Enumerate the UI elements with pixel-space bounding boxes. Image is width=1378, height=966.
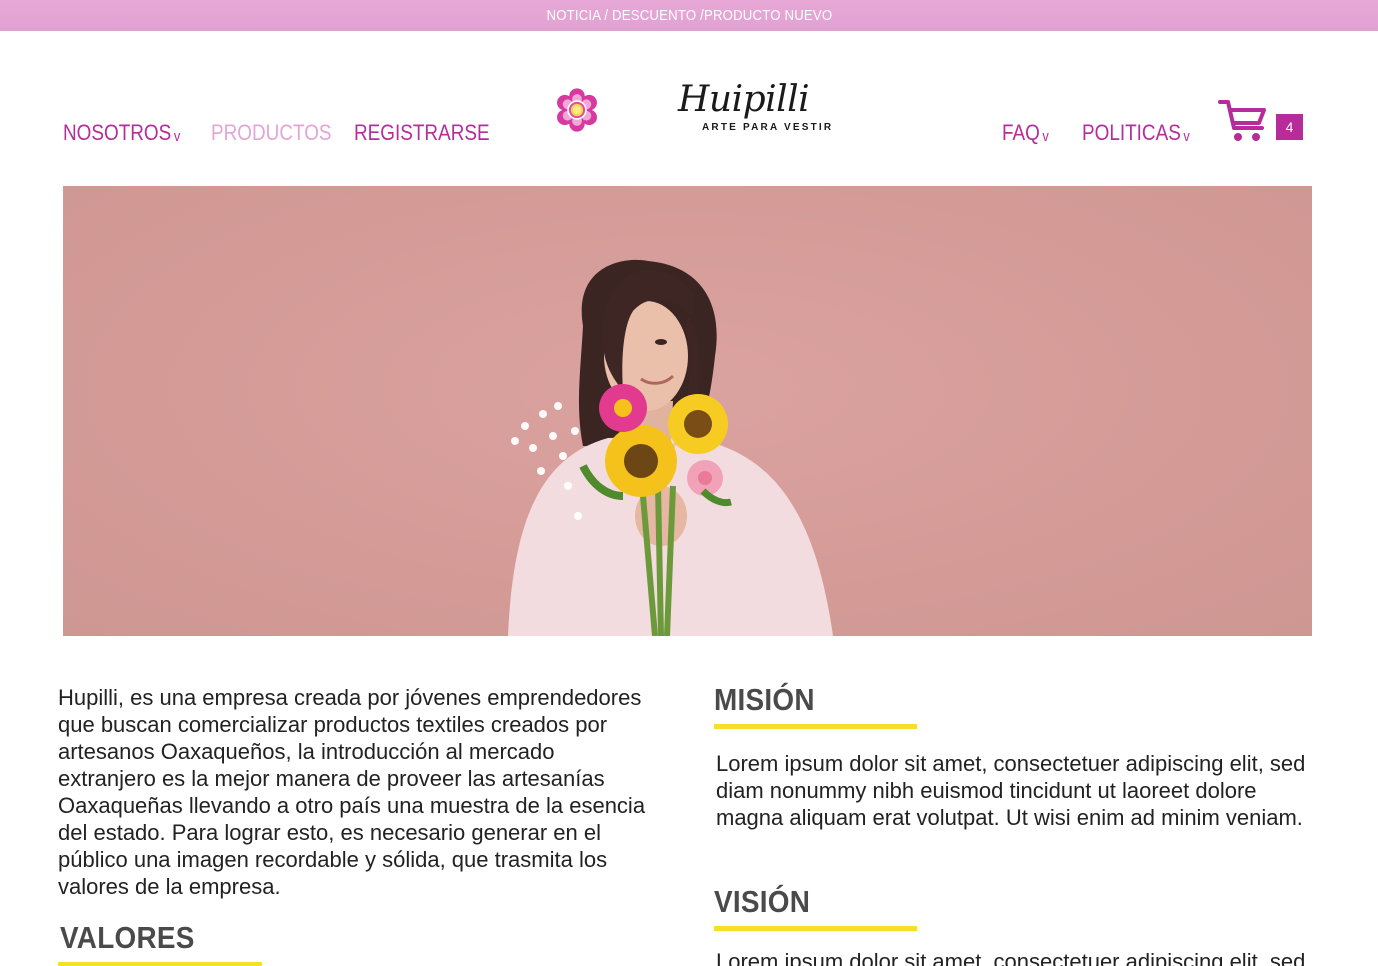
brand-wordmark[interactable]: Huipilli ARTE PARA VESTIR (678, 79, 834, 134)
nav-nosotros[interactable]: NOSOTROS v (63, 120, 180, 146)
nav-nosotros-label: NOSOTROS (63, 120, 172, 145)
brand-name: Huipilli (678, 79, 810, 120)
brand-tagline: ARTE PARA VESTIR (702, 122, 834, 133)
nav-productos[interactable]: PRODUCTOS (211, 120, 332, 146)
vision-heading: VISIÓN (714, 884, 811, 919)
cart-icon[interactable] (1218, 98, 1270, 144)
nav-faq-label: FAQ (1002, 120, 1040, 145)
vision-underline (714, 926, 917, 931)
valores-heading: VALORES (60, 920, 195, 955)
nav-politicas[interactable]: POLITICAS v (1082, 120, 1190, 146)
hero-photo-illustration (508, 259, 833, 636)
chevron-down-icon: v (1042, 128, 1049, 145)
announcement-bar: NOTICIA / DESCUENTO /PRODUCTO NUEVO (0, 0, 1378, 31)
announcement-text: NOTICIA / DESCUENTO /PRODUCTO NUEVO (546, 7, 832, 24)
hero-image (63, 186, 1312, 636)
mision-underline (714, 724, 917, 729)
intro-paragraph: Hupilli, es una empresa creada por jóven… (58, 685, 646, 899)
nav-politicas-label: POLITICAS (1082, 120, 1181, 145)
chevron-down-icon: v (173, 128, 181, 145)
cart-count-badge[interactable]: 4 (1276, 114, 1303, 140)
mision-text: Lorem ipsum dolor sit amet, consectetuer… (716, 751, 1306, 830)
nav-faq[interactable]: FAQ v (1002, 120, 1049, 146)
nav-registrarse-label: REGISTRARSE (354, 120, 490, 145)
chevron-down-icon: v (1183, 128, 1190, 145)
vision-text: Lorem ipsum dolor sit amet, consectetuer… (716, 949, 1306, 966)
valores-underline (58, 962, 262, 966)
mision-heading: MISIÓN (714, 682, 815, 717)
nav-productos-label: PRODUCTOS (211, 120, 332, 145)
nav-registrarse[interactable]: REGISTRARSE (354, 120, 490, 146)
brand-logo-icon[interactable] (555, 56, 665, 164)
